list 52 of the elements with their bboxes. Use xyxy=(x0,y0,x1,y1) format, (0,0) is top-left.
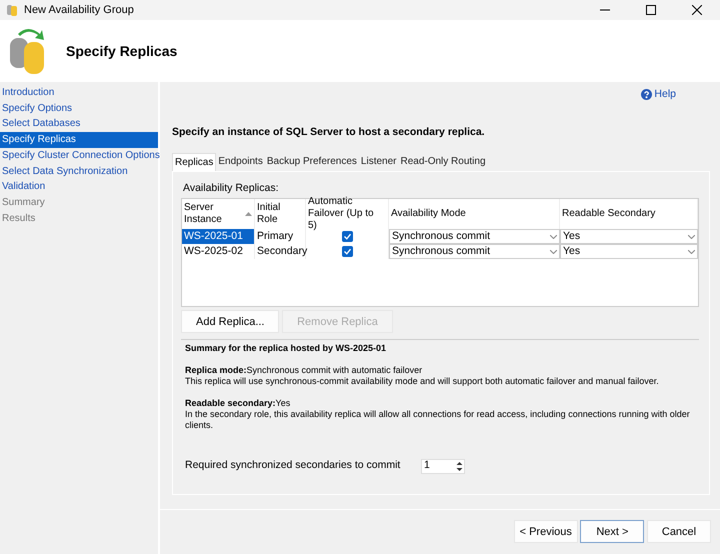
summary-title: Summary for the replica hosted by WS-2025-01 xyxy=(185,343,388,354)
maximize-icon[interactable] xyxy=(646,5,656,15)
button[interactable]: Add Replica... xyxy=(181,310,280,334)
button[interactable]: Next > xyxy=(580,520,644,544)
column-header[interactable]: Availability Mode xyxy=(389,199,560,230)
dropdown[interactable]: Yes xyxy=(560,229,698,244)
field-label: Required synchronized secondaries to commit xyxy=(185,458,402,474)
sidebar-item[interactable]: Select Data Synchronization xyxy=(0,164,158,180)
help-link[interactable]: Help xyxy=(654,87,676,103)
checkbox[interactable] xyxy=(342,231,352,242)
number-spinner[interactable]: 1 xyxy=(421,458,465,474)
sidebar-item[interactable]: Introduction xyxy=(0,85,158,101)
sidebar-item[interactable]: Specify Cluster Connection Options xyxy=(0,148,158,164)
sidebar-item[interactable]: Select Databases xyxy=(0,116,158,132)
table-cell[interactable]: WS-2025-01 xyxy=(182,229,255,244)
tab[interactable]: Listener xyxy=(358,152,398,170)
chevron-icon xyxy=(688,250,695,254)
sort-icon xyxy=(245,212,252,216)
help-icon[interactable] xyxy=(640,89,652,100)
column-header[interactable]: Initial Role xyxy=(255,199,306,230)
page-heading: Specify Replicas xyxy=(66,42,178,60)
spin-arrows-icon[interactable] xyxy=(455,460,464,473)
chevron-icon xyxy=(688,234,695,239)
dropdown[interactable]: Yes xyxy=(560,244,698,260)
summary-text: In the secondary role, this availability replica will allow all connections for read access, including connections running with older clients. xyxy=(185,409,691,432)
close-icon[interactable] xyxy=(692,5,702,15)
sidebar-item[interactable]: Specify Replicas xyxy=(0,132,158,148)
dropdown[interactable]: Synchronous commit xyxy=(389,229,560,244)
window-title: New Availability Group xyxy=(24,2,135,18)
tab[interactable]: Replicas xyxy=(172,152,216,170)
sidebar-item[interactable]: Validation xyxy=(0,179,158,195)
instruction-text: Specify an instance of SQL Server to host a secondary replica. xyxy=(172,124,486,140)
button[interactable]: Cancel xyxy=(647,520,711,544)
section-label: Availability Replicas: xyxy=(183,180,280,196)
sidebar-item[interactable]: Specify Options xyxy=(0,100,158,116)
checkbox[interactable] xyxy=(342,246,352,258)
summary-text: This replica will use synchronous-commit availability mode and will support both automatic failover and manual failover. xyxy=(185,376,660,388)
table-cell: Secondary xyxy=(255,244,306,260)
chevron-icon xyxy=(550,234,557,239)
table-cell: Primary xyxy=(255,229,306,244)
button[interactable]: < Previous xyxy=(514,520,578,544)
app-icon xyxy=(6,2,18,16)
dropdown[interactable]: Synchronous commit xyxy=(389,244,560,260)
tab[interactable]: Read-Only Routing xyxy=(398,152,488,170)
column-header[interactable]: Automatic Failover (Up to 5) xyxy=(306,199,389,230)
column-header[interactable]: Readable Secondary xyxy=(560,199,698,230)
tab[interactable]: Endpoints xyxy=(216,152,265,170)
table-cell[interactable]: WS-2025-02 xyxy=(182,244,255,260)
summary-heading: Replica mode:Synchronous commit with automatic failover xyxy=(185,365,424,376)
chevron-icon xyxy=(550,250,557,254)
tab[interactable]: Backup Preferences xyxy=(264,152,359,170)
summary-heading: Readable secondary:Yes xyxy=(185,398,292,410)
